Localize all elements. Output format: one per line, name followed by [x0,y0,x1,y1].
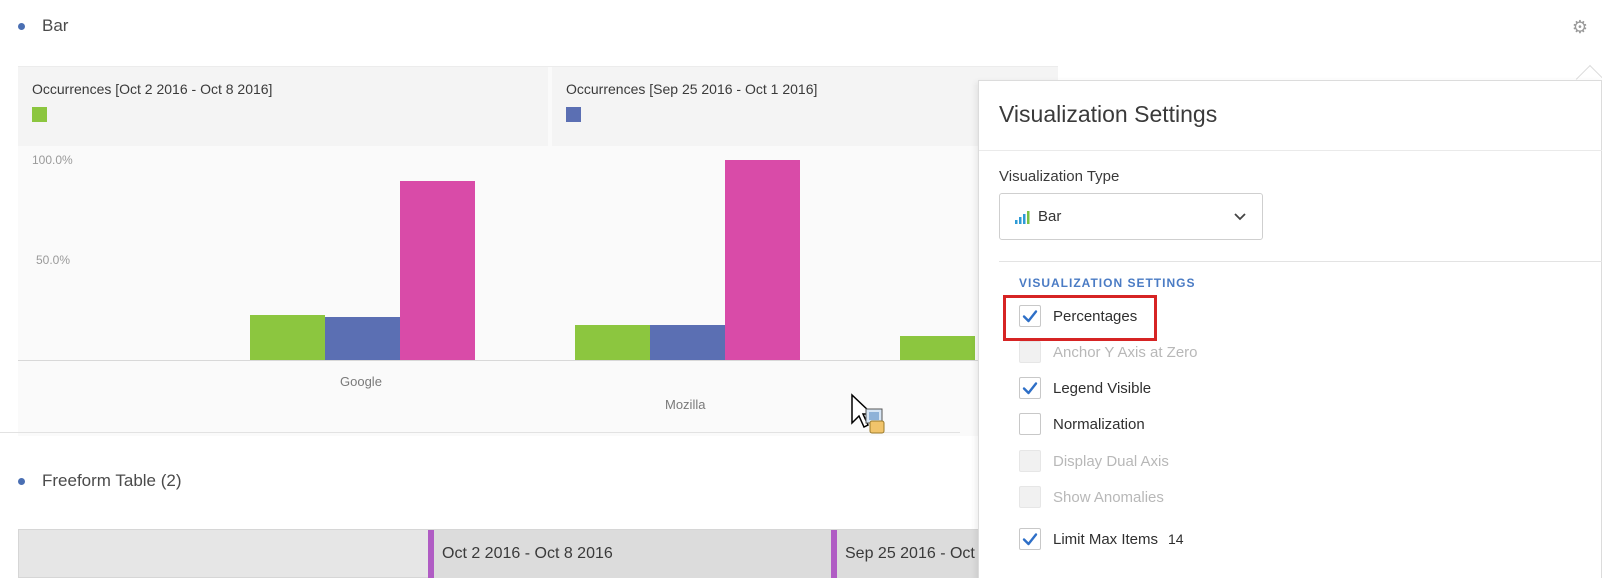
checkbox[interactable] [1019,486,1041,508]
column-drag-handle[interactable] [831,530,837,578]
table-panel-title[interactable]: Freeform Table (2) [18,471,182,491]
option-label: Display Dual Axis [1053,452,1169,470]
option-percentages[interactable]: Percentages [1019,303,1137,329]
option-label: Legend Visible [1053,379,1152,397]
max-items-value[interactable]: 14 [1168,531,1184,547]
bar-google-series-2[interactable] [325,317,400,360]
visualization-settings-popover: Visualization Settings Visualization Typ… [978,80,1602,578]
bar-panel-title-text: Bar [42,16,69,35]
column-header-label-2: Sep 25 2016 - Oct [845,545,975,562]
column-drag-handle[interactable] [428,530,434,578]
checkbox[interactable] [1019,413,1041,435]
checkmark-icon [1022,533,1038,546]
chevron-down-icon [1234,213,1246,221]
settings-title: Visualization Settings [999,101,1218,127]
checkbox[interactable] [1019,528,1041,550]
checkbox[interactable] [1019,377,1041,399]
settings-divider [979,150,1602,151]
legend-item-1[interactable]: Occurrences [Oct 2 2016 - Oct 8 2016] [18,67,548,146]
y-tick-label-100: 100.0% [32,153,73,167]
table-header-row: Oct 2 2016 - Oct 8 2016 Sep 25 2016 - Oc… [18,529,981,578]
legend-label-2: Occurrences [Sep 25 2016 - Oct 1 2016] [566,81,818,97]
panel-bullet-icon [18,22,25,30]
x-axis-line [18,360,1058,361]
mouse-cursor-icon [851,393,885,434]
legend-swatch-2 [566,107,581,122]
bar-group3-series-1[interactable] [900,336,975,360]
bar-chart: Occurrences [Oct 2 2016 - Oct 8 2016] Oc… [18,66,1058,436]
category-label-mozilla: Mozilla [665,397,706,412]
checkbox[interactable] [1019,450,1041,472]
column-header-1[interactable]: Oct 2 2016 - Oct 8 2016 [428,530,831,578]
bar-panel-title[interactable]: Bar [18,16,68,36]
option-label: Normalization [1053,415,1145,433]
bar-mozilla-series-1[interactable] [575,325,650,360]
checkmark-icon [1022,310,1038,323]
option-limit-max-items[interactable]: Limit Max Items 14 [1019,526,1184,552]
gear-icon[interactable]: ⚙ [1570,17,1590,37]
legend-swatch-1 [32,107,47,122]
legend-label-1: Occurrences [Oct 2 2016 - Oct 8 2016] [32,81,273,97]
visualization-type-label: Visualization Type [999,168,1120,185]
option-label: Anchor Y Axis at Zero [1053,343,1198,361]
option-dual-axis[interactable]: Display Dual Axis [1019,448,1169,474]
visualization-type-select[interactable]: Bar [999,193,1263,240]
table-panel-title-text: Freeform Table (2) [42,471,182,490]
checkbox[interactable] [1019,305,1041,327]
bar-chart-icon [1015,210,1030,224]
bar-mozilla-series-3[interactable] [725,160,800,360]
category-label-google: Google [340,374,382,389]
option-label: Percentages [1053,307,1138,325]
checkmark-icon [1022,382,1038,395]
visualization-type-value: Bar [1038,208,1062,225]
bar-mozilla-series-2[interactable] [650,325,725,360]
bar-google-series-1[interactable] [250,315,325,360]
option-legend-visible[interactable]: Legend Visible [1019,375,1151,401]
option-anchor-y-axis[interactable]: Anchor Y Axis at Zero [1019,339,1198,365]
option-show-anomalies[interactable]: Show Anomalies [1019,484,1164,510]
settings-divider [999,261,1602,262]
panel-divider [0,432,960,433]
bar-google-series-3[interactable] [400,181,475,360]
panel-bullet-icon [18,477,25,485]
y-tick-label-50: 50.0% [36,253,71,267]
column-header-label-1: Oct 2 2016 - Oct 8 2016 [442,545,613,562]
checkbox[interactable] [1019,341,1041,363]
option-label: Limit Max Items [1053,530,1159,548]
option-label: Show Anomalies [1053,488,1164,506]
settings-section-heading: VISUALIZATION SETTINGS [1019,276,1196,290]
column-header-2[interactable]: Sep 25 2016 - Oct [831,530,981,578]
option-normalization[interactable]: Normalization [1019,411,1145,437]
